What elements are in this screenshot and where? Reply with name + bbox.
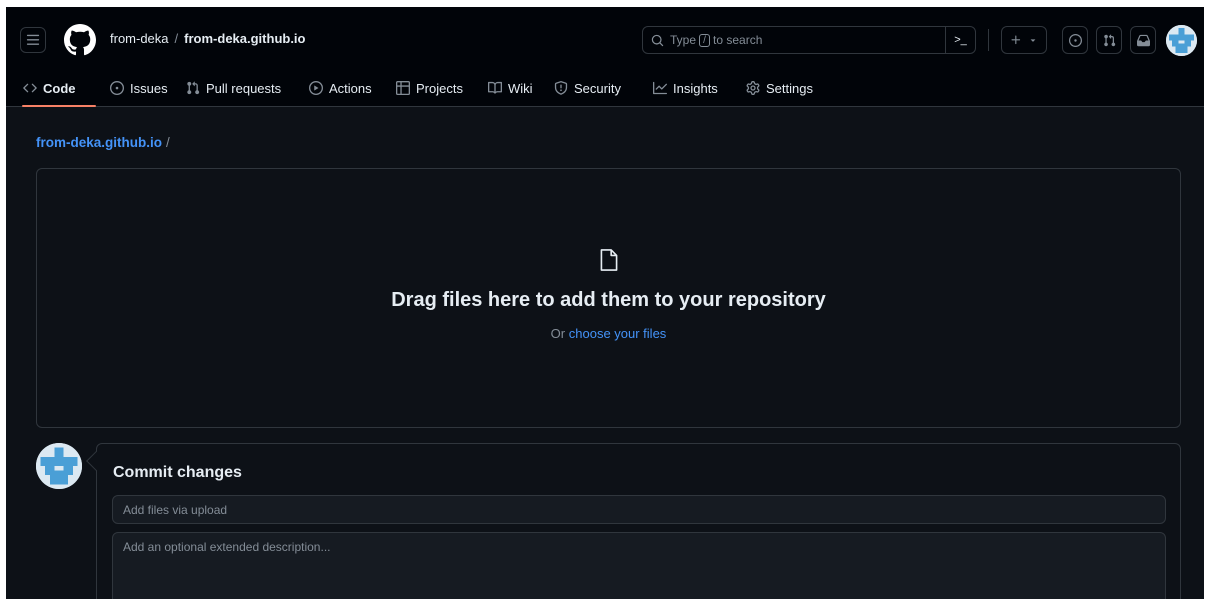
book-icon [488,81,502,94]
tab-wiki[interactable]: Wiki [488,77,533,99]
commit-summary-input[interactable]: Add files via upload [112,495,1166,524]
breadcrumb-slash: / [166,135,170,150]
inbox-button[interactable] [1130,26,1156,54]
search-suffix: to search [713,33,763,47]
tab-insights-label: Insights [673,80,718,96]
breadcrumb-repo-link[interactable]: from-deka.github.io [36,135,162,150]
tab-issues-label: Issues [130,80,168,96]
tab-settings[interactable]: Settings [746,77,813,99]
tab-code[interactable]: Code [23,77,76,99]
triangle-down-icon [1030,39,1036,42]
drop-zone-title: Drag files here to add them to your repo… [391,289,826,311]
commit-author-avatar [36,443,82,489]
gear-icon [746,81,760,95]
hamburger-menu-button[interactable] [20,27,46,53]
commit-description-textarea[interactable]: Add an optional extended description... [112,532,1166,599]
user-avatar[interactable] [1166,25,1197,56]
breadcrumb-separator: / [174,31,179,46]
top-bar: from-deka / from-deka.github.io Type / t… [6,7,1204,69]
drop-zone-or: Or [550,326,566,341]
breadcrumb: from-deka.github.io / [36,135,170,150]
choose-files-link[interactable]: choose your files [569,326,667,341]
window-frame-top [0,0,1209,7]
identicon-icon [36,443,82,489]
create-new-button[interactable] [1001,26,1047,54]
repo-nav: Code Issues Pull requests Actions Projec… [6,69,1204,107]
code-icon [23,83,37,93]
pull-requests-button[interactable] [1096,26,1122,54]
play-icon [309,81,323,95]
shield-icon [554,81,568,95]
git-pull-request-icon [1103,33,1115,46]
search-icon [651,34,664,46]
search-prefix: Type [670,33,697,47]
tab-projects-label: Projects [416,80,463,96]
drop-zone-subtitle: Or choose your files [37,326,1180,341]
commit-form: Commit changes Add files via upload Add … [86,443,1181,599]
search-shortcut-key: / [699,33,711,47]
menu-icon [26,34,40,45]
graph-icon [653,81,667,95]
tab-actions[interactable]: Actions [309,77,372,99]
tab-actions-label: Actions [329,80,372,96]
header-divider [988,29,989,51]
tab-security-label: Security [574,80,621,96]
header-breadcrumb: from-deka / from-deka.github.io [110,31,306,46]
commit-title: Commit changes [113,464,242,481]
issue-opened-icon [1068,33,1082,47]
issue-icon [110,81,124,95]
tab-pull-requests[interactable]: Pull requests [186,77,281,99]
github-logo-icon[interactable] [64,24,96,56]
repo-link[interactable]: from-deka.github.io [184,31,305,46]
command-palette-button[interactable]: >_ [945,26,975,54]
terminal-icon: >_ [954,34,967,46]
tab-insights[interactable]: Insights [653,77,718,99]
file-drop-zone[interactable]: Drag files here to add them to your repo… [36,168,1181,428]
app-header: from-deka / from-deka.github.io Type / t… [6,7,1204,107]
window-frame-right [1204,0,1209,599]
table-icon [396,81,410,95]
plus-icon [1011,35,1021,45]
pull-request-icon [187,81,200,95]
issues-button[interactable] [1062,26,1088,54]
commit-form-pointer [86,451,106,471]
tab-settings-label: Settings [766,80,813,96]
tab-projects[interactable]: Projects [396,77,463,99]
tab-pull-requests-label: Pull requests [206,80,282,96]
identicon-icon [1166,25,1197,56]
tab-security[interactable]: Security [554,77,621,99]
active-tab-indicator [22,105,96,107]
owner-link[interactable]: from-deka [110,31,169,46]
inbox-icon [1136,34,1150,46]
tab-wiki-label: Wiki [508,80,533,96]
file-icon [600,249,618,271]
search-input[interactable]: Type / to search >_ [642,26,976,54]
tab-issues[interactable]: Issues [110,77,168,99]
tab-code-label: Code [43,80,76,96]
